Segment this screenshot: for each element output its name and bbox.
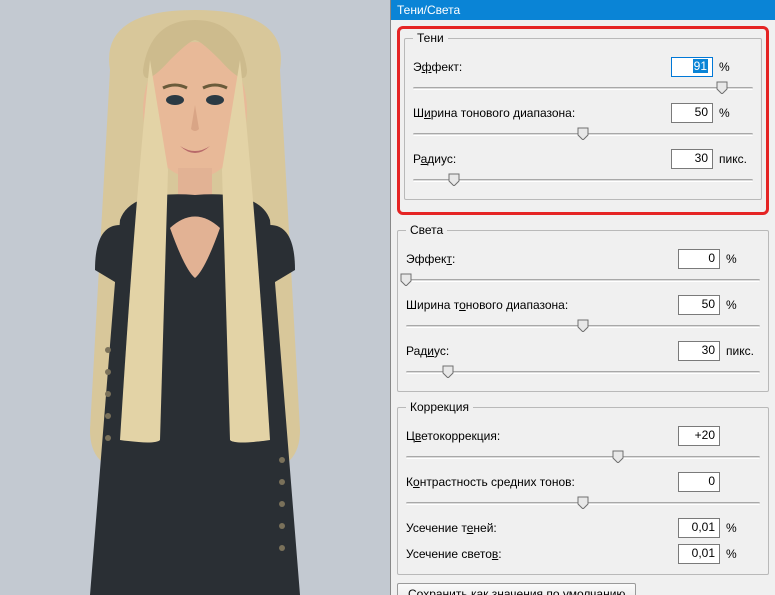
shadows-tonal-slider[interactable] bbox=[413, 125, 753, 143]
slider-thumb-icon[interactable] bbox=[442, 365, 454, 378]
slider-thumb-icon[interactable] bbox=[577, 127, 589, 140]
clip-shadows-input[interactable]: 0,01 bbox=[678, 518, 720, 538]
adjustments-legend: Коррекция bbox=[406, 400, 473, 414]
shadows-highlight-outline: Тени Эффект: 91 % Ширина тонового диапаз… bbox=[397, 26, 769, 215]
adjustments-group: Коррекция Цветокоррекция: +20 Контрастно… bbox=[397, 400, 769, 575]
color-correction-slider[interactable] bbox=[406, 448, 760, 466]
shadows-tonal-unit: % bbox=[719, 106, 753, 120]
canvas-preview bbox=[0, 0, 390, 595]
shadows-radius-input[interactable]: 30 bbox=[671, 149, 713, 169]
highlights-radius-unit: пикс. bbox=[726, 344, 760, 358]
shadows-amount-slider[interactable] bbox=[413, 79, 753, 97]
midtone-contrast-input[interactable]: 0 bbox=[678, 472, 720, 492]
shadows-tonal-label: Ширина тонового диапазона: bbox=[413, 106, 671, 120]
highlights-radius-slider[interactable] bbox=[406, 363, 760, 381]
save-defaults-button[interactable]: Сохранить как значения по умолчанию bbox=[397, 583, 636, 595]
shadows-amount-input[interactable]: 91 bbox=[671, 57, 713, 77]
clip-highlights-unit: % bbox=[726, 547, 760, 561]
slider-thumb-icon[interactable] bbox=[448, 173, 460, 186]
slider-thumb-icon[interactable] bbox=[577, 319, 589, 332]
shadows-radius-unit: пикс. bbox=[719, 152, 753, 166]
highlights-tonal-label: Ширина тонового диапазона: bbox=[406, 298, 678, 312]
highlights-amount-slider[interactable] bbox=[406, 271, 760, 289]
color-correction-label: Цветокоррекция: bbox=[406, 429, 678, 443]
highlights-tonal-slider[interactable] bbox=[406, 317, 760, 335]
highlights-radius-input[interactable]: 30 bbox=[678, 341, 720, 361]
dialog-title: Тени/Света bbox=[391, 0, 775, 20]
clip-highlights-input[interactable]: 0,01 bbox=[678, 544, 720, 564]
highlights-amount-input[interactable]: 0 bbox=[678, 249, 720, 269]
clip-shadows-label: Усечение теней: bbox=[406, 521, 678, 535]
midtone-contrast-slider[interactable] bbox=[406, 494, 760, 512]
highlights-amount-label: Эффект: bbox=[406, 252, 678, 266]
midtone-contrast-label: Контрастность средних тонов: bbox=[406, 475, 678, 489]
slider-thumb-icon[interactable] bbox=[577, 496, 589, 509]
slider-thumb-icon[interactable] bbox=[716, 81, 728, 94]
shadows-tonal-input[interactable]: 50 bbox=[671, 103, 713, 123]
highlights-tonal-input[interactable]: 50 bbox=[678, 295, 720, 315]
slider-thumb-icon[interactable] bbox=[400, 273, 412, 286]
shadows-radius-slider[interactable] bbox=[413, 171, 753, 189]
shadows-group: Тени Эффект: 91 % Ширина тонового диапаз… bbox=[404, 31, 762, 200]
shadows-highlights-dialog: Тени/Света Тени Эффект: 91 % Ширина тоно… bbox=[390, 0, 775, 595]
clip-shadows-unit: % bbox=[726, 521, 760, 535]
shadows-amount-label: Эффект: bbox=[413, 60, 671, 74]
highlights-amount-unit: % bbox=[726, 252, 760, 266]
shadows-legend: Тени bbox=[413, 31, 448, 45]
highlights-legend: Света bbox=[406, 223, 447, 237]
color-correction-input[interactable]: +20 bbox=[678, 426, 720, 446]
slider-thumb-icon[interactable] bbox=[612, 450, 624, 463]
highlights-group: Света Эффект: 0 % Ширина тонового диапаз… bbox=[397, 223, 769, 392]
clip-highlights-label: Усечение светов: bbox=[406, 547, 678, 561]
shadows-amount-unit: % bbox=[719, 60, 753, 74]
highlights-radius-label: Радиус: bbox=[406, 344, 678, 358]
highlights-tonal-unit: % bbox=[726, 298, 760, 312]
shadows-radius-label: Радиус: bbox=[413, 152, 671, 166]
